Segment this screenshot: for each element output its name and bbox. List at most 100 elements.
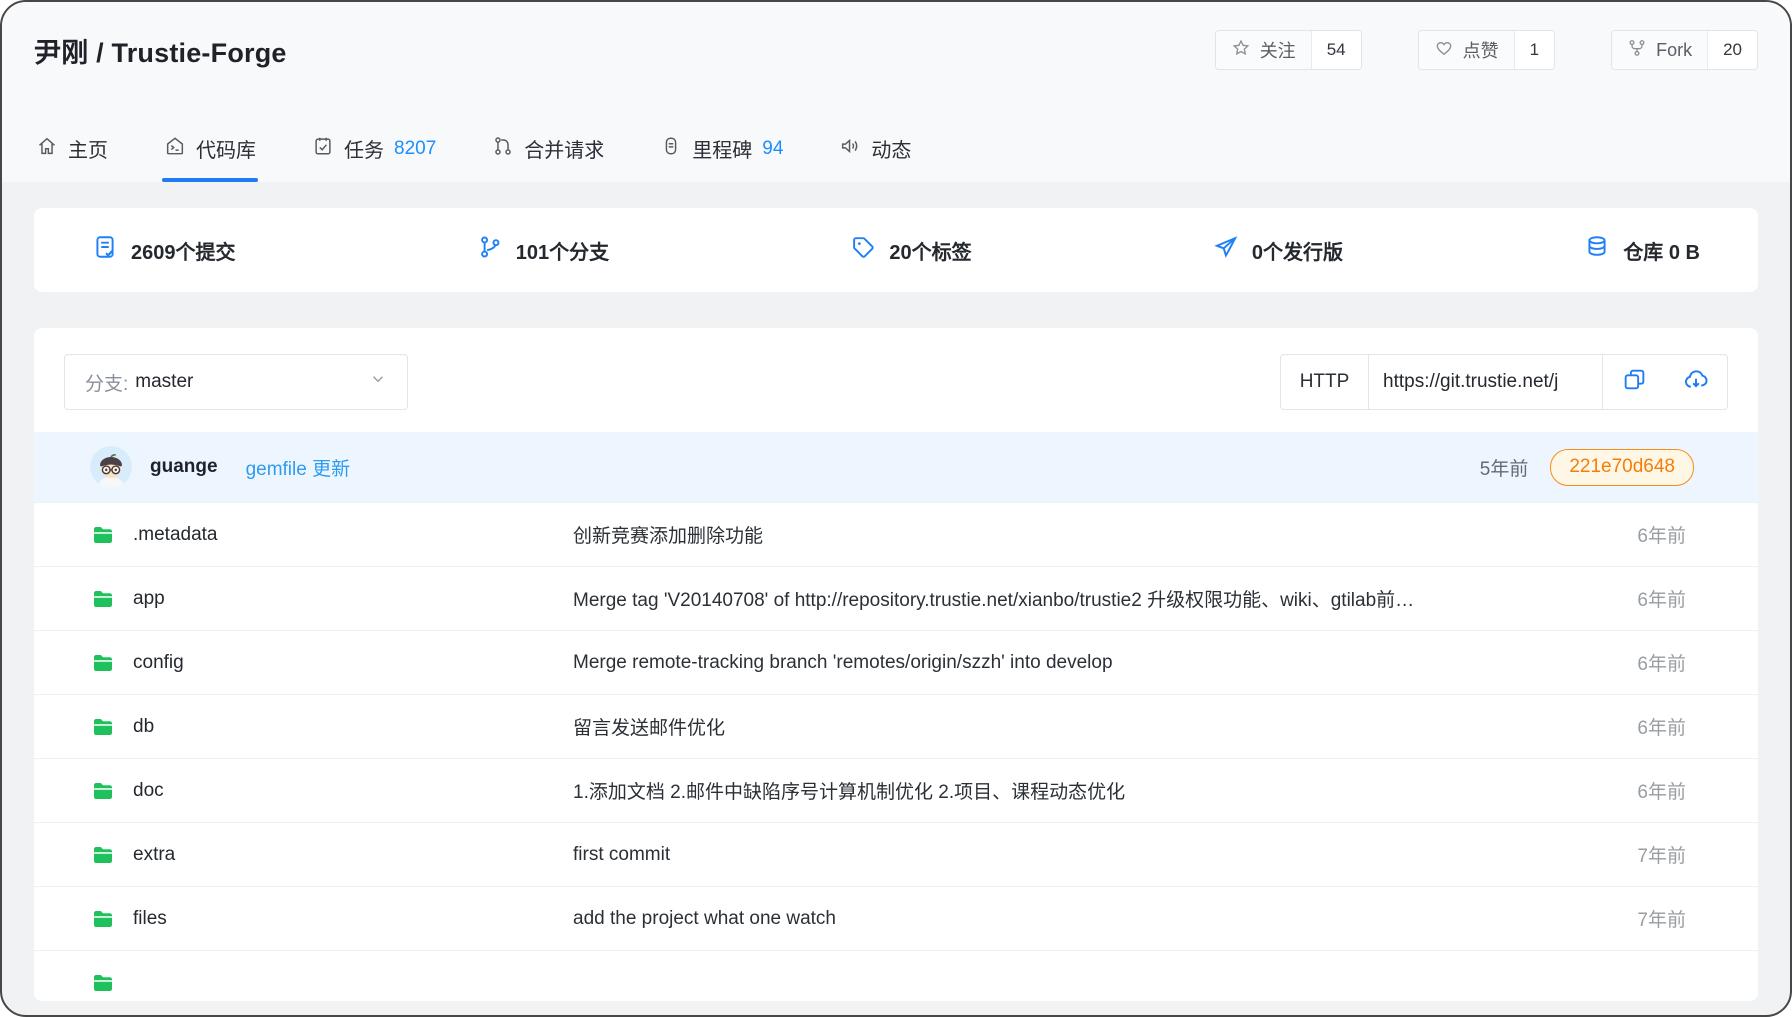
file-name: db [133,716,154,738]
tab-issues[interactable]: 任务 8207 [312,134,436,182]
download-button[interactable] [1665,355,1727,409]
tab-milestones-label: 里程碑 [692,134,752,163]
latest-commit-bar: guange gemfile 更新 5年前 221e70d648 [34,432,1758,502]
file-commit-message: 创新竞赛添加删除功能 [573,521,1617,548]
watch-button[interactable]: 关注 54 [1215,30,1362,70]
branch-selector[interactable]: 分支: master [64,354,408,410]
stat-tags[interactable]: 20个标签 [850,234,971,266]
file-row: files add the project what one watch 7年前 [34,886,1758,950]
file-commit-message: Merge tag 'V20140708' of http://reposito… [573,585,1617,612]
file-commit-time: 6年前 [1637,777,1686,804]
file-commit-time: 6年前 [1637,713,1686,740]
watch-count: 54 [1311,31,1361,69]
commit-author[interactable]: guange [150,456,218,478]
copy-url-button[interactable] [1603,355,1665,409]
file-row: doc 1.添加文档 2.邮件中缺陷序号计算机制优化 2.项目、课程动态优化 6… [34,758,1758,822]
file-name-link[interactable]: doc [90,779,573,803]
file-name-link[interactable]: app [90,587,573,611]
stat-repo-size[interactable]: 仓库 0 B [1584,234,1700,266]
file-name-link[interactable]: db [90,715,573,739]
folder-icon [90,971,116,995]
tab-home-label: 主页 [68,134,108,163]
app-window: 尹刚 / Trustie-Forge 关注 54 [0,0,1792,1017]
file-commit-time: 7年前 [1637,841,1686,868]
folder-icon [90,843,116,867]
file-commit-message: 1.添加文档 2.邮件中缺陷序号计算机制优化 2.项目、课程动态优化 [573,777,1617,804]
folder-icon [90,907,116,931]
branch-icon [477,234,503,266]
clone-url-input[interactable]: https://git.trustie.net/j [1369,355,1603,409]
repository-icon [164,135,186,163]
file-commit-time: 6年前 [1637,585,1686,612]
header: 尹刚 / Trustie-Forge 关注 54 [2,2,1790,182]
file-name: .metadata [133,524,218,546]
fork-icon [1627,38,1647,63]
tab-activity[interactable]: 动态 [839,134,911,182]
tab-repository[interactable]: 代码库 [164,134,256,182]
star-icon [1231,38,1251,63]
tab-activity-label: 动态 [871,134,911,163]
file-commit-message: Merge remote-tracking branch 'remotes/or… [573,652,1617,674]
tab-milestones-count: 94 [762,138,783,160]
file-commit-time: 6年前 [1637,521,1686,548]
praise-count: 1 [1514,31,1554,69]
tag-icon [850,234,876,266]
paper-plane-icon [1213,234,1239,266]
praise-label: 点赞 [1463,37,1499,63]
tab-pulls[interactable]: 合并请求 [492,134,604,182]
home-icon [36,135,58,163]
page-title: 尹刚 / Trustie-Forge [34,31,287,70]
file-row: .metadata 创新竞赛添加删除功能 6年前 [34,502,1758,566]
stat-tags-label: 20个标签 [889,236,971,265]
fork-label: Fork [1656,40,1692,61]
stat-releases[interactable]: 0个发行版 [1213,234,1343,266]
file-name: doc [133,780,164,802]
activity-speaker-icon [839,135,861,163]
file-commit-message: first commit [573,844,1617,866]
commits-icon [92,234,118,266]
file-row: app Merge tag 'V20140708' of http://repo… [34,566,1758,630]
browser-toolbar: 分支: master HTTP https://git.trustie.net/… [34,328,1758,432]
file-row-partial [34,950,1758,1001]
copy-icon [1622,367,1647,397]
commit-message-link[interactable]: gemfile 更新 [246,454,351,481]
file-row: extra first commit 7年前 [34,822,1758,886]
file-name: files [133,908,167,930]
file-name-link[interactable]: config [90,651,573,675]
file-name: config [133,652,184,674]
branch-label: 分支: [85,369,128,396]
fork-button[interactable]: Fork 20 [1611,30,1758,70]
stat-branches[interactable]: 101个分支 [477,234,609,266]
stat-branches-label: 101个分支 [516,236,609,265]
file-name-link[interactable]: .metadata [90,523,573,547]
commit-sha-badge[interactable]: 221e70d648 [1550,449,1694,486]
file-name: extra [133,844,175,866]
file-name: app [133,588,165,610]
file-name-link[interactable]: files [90,907,573,931]
repo-stats-bar: 2609个提交 101个分支 20个标签 [34,208,1758,292]
stat-repo-size-label: 仓库 0 B [1623,236,1700,265]
file-row: config Merge remote-tracking branch 'rem… [34,630,1758,694]
file-name-link[interactable]: extra [90,843,573,867]
file-commit-message: add the project what one watch [573,908,1617,930]
repo-actions: 关注 54 点赞 1 [1215,30,1758,70]
milestone-icon [660,135,682,163]
praise-button[interactable]: 点赞 1 [1418,30,1555,70]
fork-count: 20 [1707,31,1757,69]
file-commit-message: 留言发送邮件优化 [573,713,1617,740]
folder-icon [90,587,116,611]
tab-home[interactable]: 主页 [36,134,108,182]
folder-icon [90,715,116,739]
heart-icon [1434,38,1454,63]
file-browser-card: 分支: master HTTP https://git.trustie.net/… [34,328,1758,1001]
protocol-selector[interactable]: HTTP [1281,355,1369,409]
stat-commits-label: 2609个提交 [131,236,236,265]
tab-issues-count: 8207 [394,138,436,160]
tab-milestones[interactable]: 里程碑 94 [660,134,783,182]
merge-request-icon [492,135,514,163]
stat-commits[interactable]: 2609个提交 [92,234,236,266]
stat-releases-label: 0个发行版 [1252,236,1343,265]
folder-icon [90,779,116,803]
file-list: .metadata 创新竞赛添加删除功能 6年前 app Merge tag '… [34,502,1758,1001]
avatar[interactable] [90,446,132,488]
